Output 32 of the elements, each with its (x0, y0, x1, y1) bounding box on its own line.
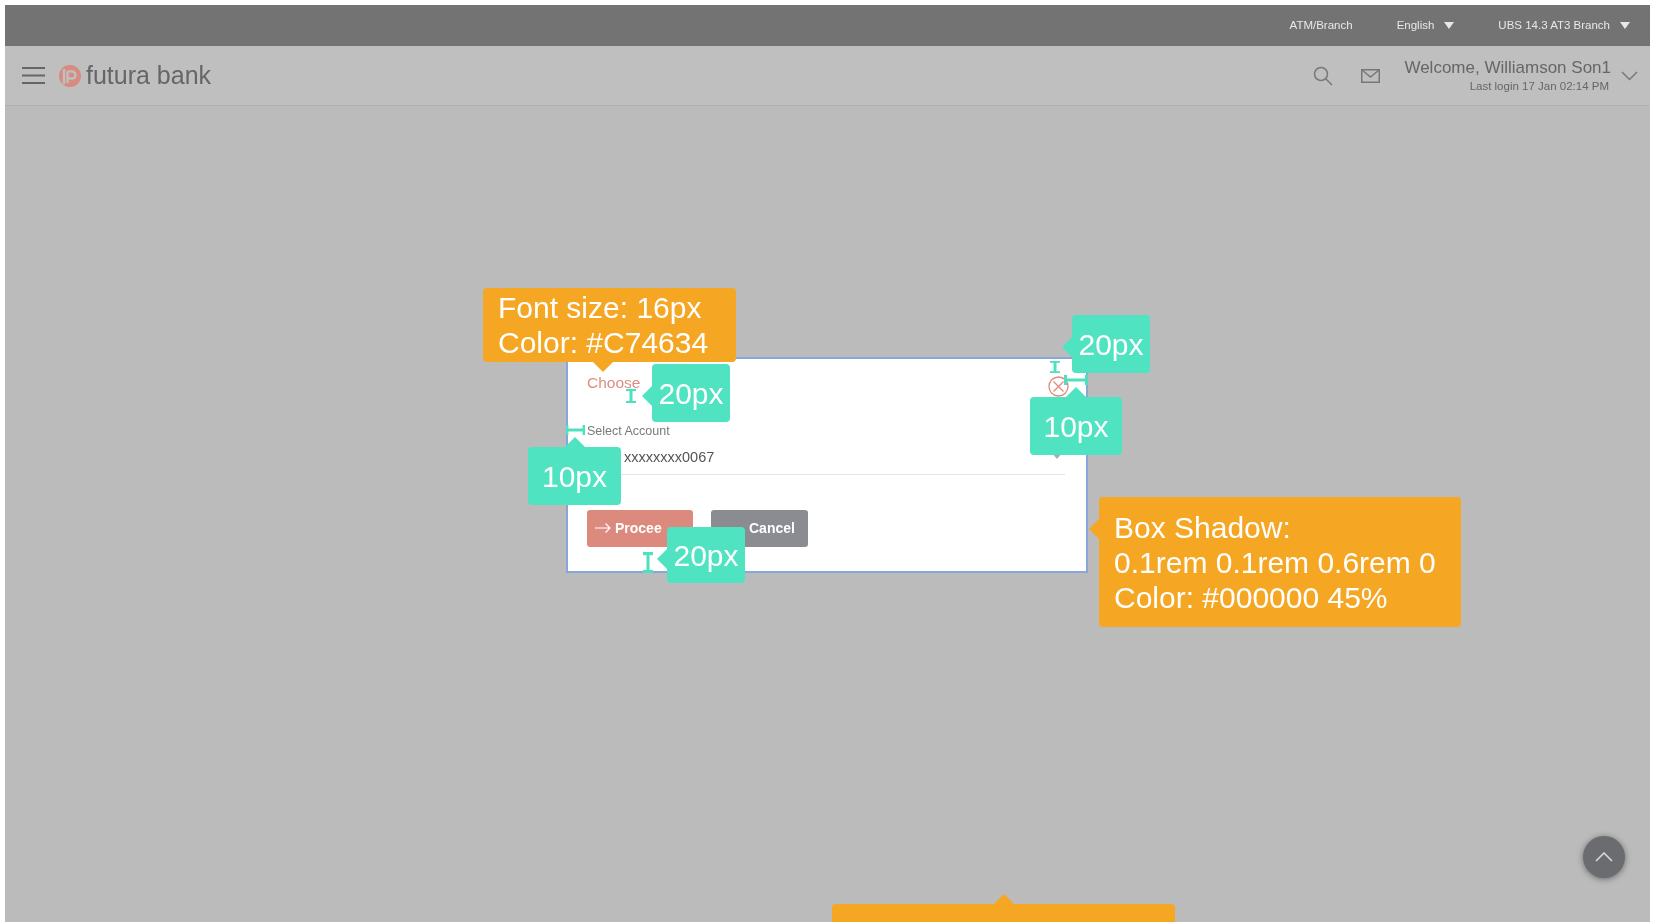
top-bar-link[interactable]: English (1396, 16, 1435, 35)
top-bar-link[interactable]: ATM/Branch (1289, 16, 1353, 35)
logo-icon (58, 63, 82, 88)
annotation-text: 0.1rem 0.1rem 0.6rem 0 (1114, 544, 1437, 580)
search-icon[interactable] (1313, 65, 1334, 86)
chevron-down-icon[interactable] (1621, 70, 1638, 81)
last-login-text: Last login 17 Jan 02:14 PM (1469, 78, 1609, 94)
welcome-text: Welcome, Williamson Son1 (1404, 57, 1611, 78)
annotation-text: Box Shadow: (1114, 509, 1292, 545)
chevron-up-icon (1595, 852, 1613, 862)
annotation-text: Color: #C74634 (498, 325, 710, 360)
menu-icon[interactable] (22, 66, 45, 85)
mail-icon[interactable] (1361, 68, 1381, 83)
dialog-title: Choose (587, 373, 641, 393)
annotation-text: 20px (658, 375, 724, 411)
caret-icon[interactable] (1620, 22, 1630, 29)
annotation-text: 10px (1043, 408, 1109, 444)
spacing-marker-icon (642, 552, 654, 573)
annotation-text: 20px (1078, 326, 1144, 362)
annotation-text: Font size: 16px (498, 290, 703, 325)
spacing-marker-icon (1064, 374, 1088, 386)
spacing-marker-icon (1049, 361, 1061, 373)
top-bar-link[interactable]: UBS 14.3 AT3 Branch (1498, 16, 1610, 35)
annotation-text: 10px (541, 458, 608, 494)
arrow-right-icon (595, 523, 611, 534)
caret-icon[interactable] (1444, 22, 1455, 29)
spacing-marker-icon (566, 424, 585, 436)
annotation-text: Color: #000000 45% (1114, 579, 1389, 615)
brand-name: futura bank (86, 59, 212, 91)
spacing-marker-icon (625, 389, 637, 403)
field-label: Select Account (587, 423, 670, 440)
close-icon[interactable] (1048, 376, 1069, 397)
